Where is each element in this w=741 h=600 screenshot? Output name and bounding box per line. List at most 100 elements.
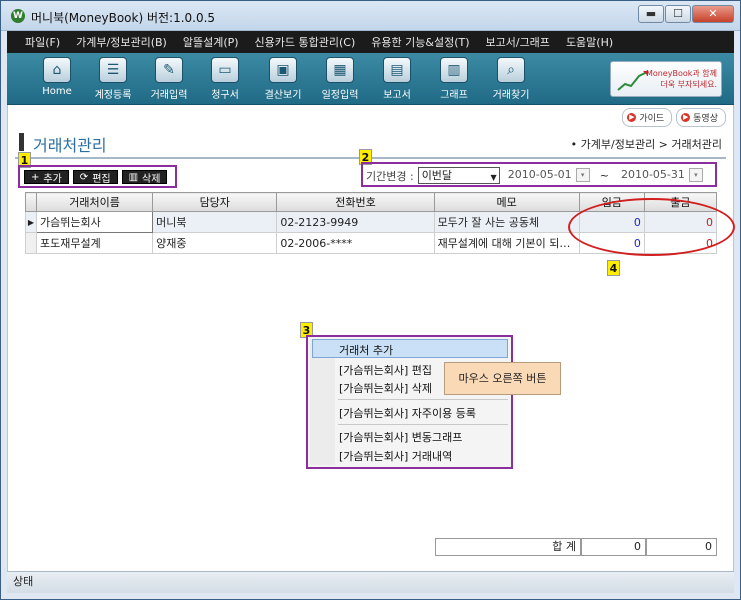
context-menu: 거래처 추가 [가슴뛰는회사] 편집 [가슴뛰는회사] 삭제 [가슴뛰는회사] …: [306, 335, 513, 469]
menu-help[interactable]: 도움말(H): [558, 34, 621, 50]
toolbar-graph[interactable]: ▥ 그래프: [426, 57, 482, 101]
calendar-dropdown-icon[interactable]: ▾: [575, 168, 590, 182]
window-title: 머니북(MoneyBook) 버전:1.0.0.5: [31, 11, 216, 25]
play-icon: ▶: [627, 113, 637, 122]
toolbar: ⌂ Home ☰ 계정등록 ✎ 거래입력 ▭ 청구서 ▣ 결산보기 ▦ 일정입력…: [7, 53, 734, 105]
toolbar-bill[interactable]: ▭ 청구서: [197, 57, 253, 101]
toolbar-label: 일정입력: [321, 90, 359, 101]
row-header: [24, 232, 38, 254]
end-date-field[interactable]: 2010-05-31 ▾: [617, 167, 705, 184]
row-header-corner: [24, 192, 38, 212]
period-selected: 이번달: [421, 169, 453, 182]
toolbar-search[interactable]: ⌕ 거래찾기: [483, 57, 539, 101]
menu-reports[interactable]: 보고서/그래프: [478, 34, 558, 50]
video-button[interactable]: ▶ 동영상: [676, 108, 726, 127]
calendar-icon: ▦: [326, 57, 354, 83]
toolbar-label: 보고서: [383, 90, 411, 101]
toolbar-label: 결산보기: [264, 90, 302, 101]
totals-expense: 0: [646, 538, 717, 556]
period-label: 기간변경 :: [366, 169, 414, 183]
period-select[interactable]: 이번달 ▼: [417, 167, 500, 184]
graph-icon: ▥: [440, 57, 468, 83]
calendar-dropdown-icon[interactable]: ▾: [688, 168, 703, 182]
context-item-graph[interactable]: [가슴뛰는회사] 변동그래프: [339, 429, 462, 445]
context-item-history[interactable]: [가슴뛰는회사] 거래내역: [339, 448, 452, 464]
guide-button[interactable]: ▶ 가이드: [622, 108, 673, 127]
cell-name[interactable]: 가슴뛰는회사: [36, 211, 154, 233]
toolbar-settlement[interactable]: ▣ 결산보기: [255, 57, 311, 101]
totals-row: 합 계 0 0: [435, 538, 717, 556]
window-controls: ▬ ☐ ✕: [638, 5, 734, 23]
start-date-field[interactable]: 2010-05-01 ▾: [504, 167, 592, 184]
delete-label: 삭제: [142, 173, 161, 185]
context-item-favorite[interactable]: [가슴뛰는회사] 자주이용 등록: [339, 405, 476, 421]
start-date: 2010-05-01: [507, 168, 572, 181]
context-item-edit[interactable]: [가슴뛰는회사] 편집: [339, 362, 432, 378]
report-icon: ▤: [383, 57, 411, 83]
banner-text: MoneyBook과 함께 더욱 부자되세요.: [645, 68, 717, 90]
cell-name[interactable]: 포도재무설계: [36, 232, 154, 254]
edit-button[interactable]: ⟳ 편집: [72, 170, 118, 185]
toolbar-label: 계정등록: [94, 90, 132, 101]
menu-separator: [338, 399, 508, 400]
toolbar-label: 청구서: [211, 90, 239, 101]
end-date: 2010-05-31: [620, 168, 685, 181]
toolbar-transaction[interactable]: ✎ 거래입력: [141, 57, 197, 101]
cell-memo[interactable]: 모두가 잘 사는 공동체: [433, 211, 580, 233]
edit-label: 편집: [92, 173, 111, 185]
breadcrumb: • 가계부/정보관리 > 거래처관리: [570, 138, 722, 151]
column-header-phone[interactable]: 전화번호: [276, 192, 435, 212]
title-bar: W 머니북(MoneyBook) 버전:1.0.0.5 ▬ ☐ ✕: [1, 1, 740, 31]
toolbar-label: 거래입력: [150, 90, 188, 101]
toolbar-label: Home: [42, 86, 72, 97]
menu-credit-card[interactable]: 신용카드 통합관리(C): [247, 34, 364, 50]
menu-separator: [338, 424, 508, 425]
menu-tools[interactable]: 유용한 기능&설정(T): [363, 34, 477, 50]
home-icon: ⌂: [43, 57, 71, 83]
toolbar-account[interactable]: ☰ 계정등록: [85, 57, 141, 101]
toolbar-report[interactable]: ▤ 보고서: [369, 57, 425, 101]
maximize-button[interactable]: ☐: [665, 5, 691, 23]
cell-phone[interactable]: 02-2123-9949: [276, 211, 435, 233]
menu-planning[interactable]: 알뜰설계(P): [175, 34, 247, 50]
menu-file[interactable]: 파일(F): [17, 34, 68, 50]
guide-links: ▶ 가이드 ▶ 동영상: [622, 108, 726, 127]
context-item-add-partner[interactable]: 거래처 추가: [339, 342, 393, 358]
banner-line-2: 더욱 부자되세요.: [660, 80, 717, 89]
cell-phone[interactable]: 02-2006-****: [276, 232, 435, 254]
context-item-delete[interactable]: [가슴뛰는회사] 삭제: [339, 380, 432, 396]
add-button[interactable]: + 추가: [24, 170, 69, 185]
toolbar-label: 그래프: [440, 90, 468, 101]
column-header-manager[interactable]: 담당자: [152, 192, 278, 212]
cell-manager[interactable]: 양재중: [152, 232, 278, 254]
delete-button[interactable]: ▥ 삭제: [121, 170, 168, 185]
amount-highlight-ellipse: [568, 198, 735, 256]
refresh-icon: ⟳: [79, 171, 89, 183]
toolbar-home[interactable]: ⌂ Home: [29, 57, 85, 97]
status-bar: 상태: [7, 571, 734, 593]
promo-banner[interactable]: MoneyBook과 함께 더욱 부자되세요.: [610, 61, 722, 97]
cell-memo[interactable]: 재무설계에 대해 기본이 되…: [433, 232, 580, 254]
app-window: W 머니북(MoneyBook) 버전:1.0.0.5 ▬ ☐ ✕ 파일(F) …: [0, 0, 741, 600]
cell-manager[interactable]: 머니북: [152, 211, 278, 233]
callout-4: 4: [607, 260, 620, 276]
monitor-icon: ▣: [269, 57, 297, 83]
page-title: 거래처관리: [33, 136, 107, 155]
add-label: 추가: [43, 173, 62, 185]
toolbar-schedule[interactable]: ▦ 일정입력: [312, 57, 368, 101]
search-icon: ⌕: [497, 57, 525, 83]
edit-icon: ✎: [155, 57, 183, 83]
column-header-name[interactable]: 거래처이름: [36, 192, 154, 212]
guide-label: 가이드: [639, 114, 665, 124]
column-header-memo[interactable]: 메모: [433, 192, 580, 212]
date-separator: ~: [599, 169, 609, 182]
account-icon: ☰: [99, 57, 127, 83]
close-button[interactable]: ✕: [692, 5, 734, 23]
totals-income: 0: [581, 538, 646, 556]
card-icon: ▭: [211, 57, 239, 83]
trash-icon: ▥: [128, 171, 139, 183]
toolbar-label: 거래찾기: [492, 90, 530, 101]
menu-ledger[interactable]: 가계부/정보관리(B): [68, 34, 175, 50]
action-buttons: + 추가 ⟳ 편집 ▥ 삭제: [24, 170, 168, 185]
minimize-button[interactable]: ▬: [638, 5, 664, 23]
